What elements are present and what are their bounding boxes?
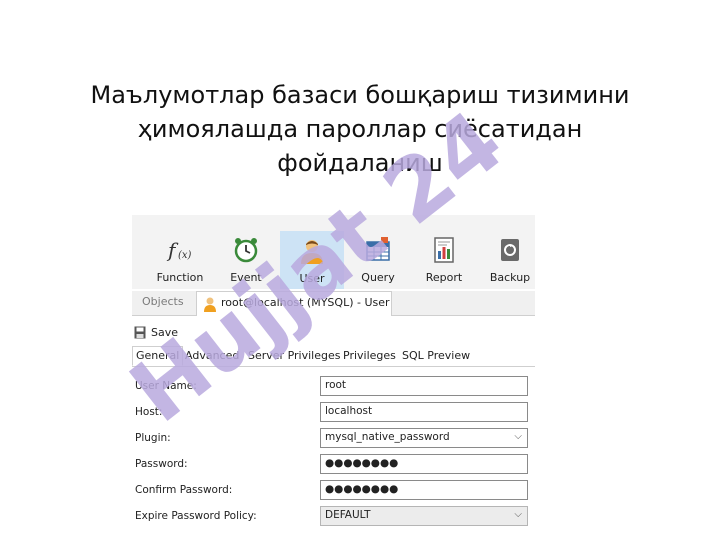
save-label: Save [151,326,179,339]
toolbar-event-label: Event [230,271,262,284]
expire-policy-select-value: DEFAULT [325,509,371,521]
toolbar-backup-label: Backup [489,271,531,284]
report-icon [434,237,454,263]
tab-objects[interactable]: Objects [142,295,184,308]
toolbar-function-button[interactable]: f (x) Function [148,230,212,288]
toolbar-backup-button[interactable]: Backup [478,230,535,288]
password-label: Password: [135,458,188,470]
main-toolbar: f (x) Function Event User Query Report B… [132,215,535,289]
alarm-clock-icon [234,238,258,263]
save-icon [134,326,146,339]
svg-text:(x): (x) [178,250,192,261]
slide-title: Маълумотлар базаси бошқариш тизимини ҳим… [40,78,680,180]
chevron-down-icon: ⌵ [514,431,522,442]
tab-user-document[interactable]: root@localhost (MYSQL) - User [196,291,392,316]
plugin-select[interactable]: mysql_native_password ⌵ [320,428,528,448]
table-icon [366,237,390,261]
host-label: Host: [135,406,163,418]
document-tab-bar: Objects root@localhost (MYSQL) - User [132,291,535,316]
toolbar-query-label: Query [361,271,395,284]
plugin-select-value: mysql_native_password [325,431,450,443]
password-input[interactable]: ●●●●●●●● [320,454,528,474]
user-name-input[interactable]: root [320,376,528,396]
title-line-3: фойдаланиш [277,149,443,177]
toolbar-user-button[interactable]: User [280,231,344,289]
tab-privileges[interactable]: Privileges [343,349,396,365]
function-icon: f (x) [166,238,192,262]
title-line-2: ҳимоялашда пароллар сиёсатидан [137,115,583,143]
tab-general[interactable]: General [132,346,184,366]
host-input[interactable]: localhost [320,402,528,422]
toolbar-function-label: Function [156,271,204,284]
user-tab-icon [204,297,216,312]
tab-advanced[interactable]: Advanced [185,349,239,365]
plugin-label: Plugin: [135,432,171,444]
title-line-1: Маълумотлар базаси бошқариш тизимини [90,81,630,109]
editor-subtabs: General Advanced Server Privileges Privi… [132,346,535,367]
toolbar-query-button[interactable]: Query [346,230,410,288]
user-icon [301,240,323,264]
toolbar-user-label: User [299,272,325,285]
chevron-down-icon: ⌵ [514,509,522,520]
toolbar-report-label: Report [425,271,463,284]
navicat-window: f (x) Function Event User Query Report B… [132,215,535,540]
toolbar-event-button[interactable]: Event [214,230,278,288]
save-button[interactable]: Save [132,323,535,343]
tab-user-document-label: root@localhost (MYSQL) - User [221,296,390,309]
user-name-label: User Name: [135,380,197,392]
confirm-password-input[interactable]: ●●●●●●●● [320,480,528,500]
tab-sql-preview[interactable]: SQL Preview [402,349,470,365]
toolbar-report-button[interactable]: Report [412,230,476,288]
tab-server-privileges[interactable]: Server Privileges [248,349,340,365]
expire-policy-label: Expire Password Policy: [135,510,257,522]
confirm-password-label: Confirm Password: [135,484,233,496]
expire-policy-select[interactable]: DEFAULT ⌵ [320,506,528,526]
backup-icon [501,239,519,261]
